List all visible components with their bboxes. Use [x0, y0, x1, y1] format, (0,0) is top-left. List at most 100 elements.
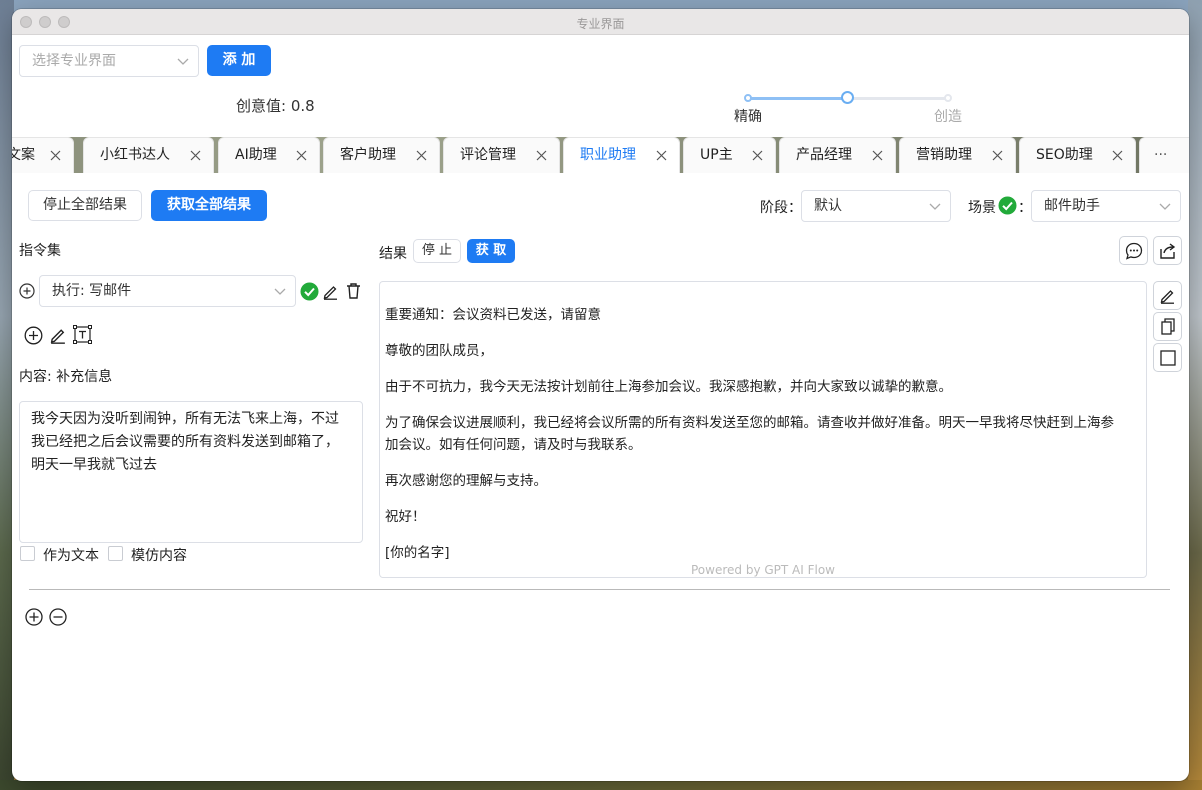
content-label: 内容: 补充信息 [19, 369, 113, 385]
remove-circle-icon[interactable] [49, 608, 67, 626]
add-circle-icon[interactable] [19, 283, 35, 299]
result-line: 尊敬的团队成员， [385, 343, 493, 359]
edit-result-button[interactable] [1153, 281, 1182, 310]
creativity-label: 创意值: 0.8 [236, 97, 315, 115]
tab-label: SEO助理 [1036, 147, 1093, 163]
result-line: 为了确保会议进展顺利，我已经将会议所需的所有资料发送至您的邮箱。请查收并做好准备… [385, 415, 1114, 431]
slider-min-dot [744, 94, 752, 102]
creativity-slider-handle[interactable] [841, 91, 854, 104]
result-line: 由于不可抗力，我今天无法按计划前往上海参加会议。我深感抱歉，并向大家致以诚挚的歉… [385, 379, 952, 395]
profession-select-placeholder: 选择专业界面 [32, 53, 116, 69]
close-icon[interactable] [296, 150, 307, 161]
close-icon[interactable] [656, 150, 667, 161]
as-text-label: 作为文本 [43, 548, 99, 564]
edit-icon [1160, 290, 1174, 304]
tab-bar: 文案 小红书达人 AI助理 客户助理 评论管理 职业助理 UP主 产品经理 营销… [12, 137, 1189, 173]
chevron-down-icon [1159, 203, 1171, 210]
tab-more-button[interactable]: ··· [1139, 137, 1189, 173]
instruction-set-title: 指令集 [19, 243, 61, 259]
scene-select[interactable]: 邮件助手 [1031, 190, 1181, 222]
close-icon[interactable] [190, 150, 201, 161]
copy-icon [1161, 318, 1175, 335]
close-icon[interactable] [416, 150, 427, 161]
stage-select-value: 默认 [814, 198, 842, 214]
copy-result-button[interactable] [1153, 312, 1182, 341]
edit-icon[interactable] [49, 326, 67, 344]
chevron-down-icon [274, 288, 286, 295]
tab-label: 客户助理 [340, 147, 396, 163]
as-text-checkbox[interactable] [20, 546, 35, 561]
close-icon[interactable] [1112, 150, 1123, 161]
tab-comment-management[interactable]: 评论管理 [443, 137, 560, 173]
tab-label: UP主 [700, 147, 733, 163]
close-icon[interactable] [872, 150, 883, 161]
section-divider [29, 589, 1170, 590]
tab-career-assistant[interactable]: 职业助理 [563, 137, 680, 173]
exec-select[interactable]: 执行: 写邮件 [39, 275, 296, 307]
add-button[interactable]: 添 加 [207, 45, 271, 76]
tab-ai-assistant[interactable]: AI助理 [218, 137, 320, 173]
tab-label: 评论管理 [460, 147, 516, 163]
share-icon [1160, 243, 1176, 259]
powered-by-text: Powered by GPT AI Flow [691, 563, 835, 577]
add-circle-icon[interactable] [25, 608, 43, 626]
app-window: 专业界面 选择专业界面 添 加 创意值: 0.8 精确 创造 文案 小红书达人 … [12, 9, 1189, 781]
stop-all-button[interactable]: 停止全部结果 [28, 190, 142, 221]
stage-select[interactable]: 默认 [801, 190, 951, 222]
share-button[interactable] [1153, 236, 1182, 265]
text-box-icon[interactable] [73, 325, 92, 344]
tab-seo-assistant[interactable]: SEO助理 [1019, 137, 1136, 173]
tab-xiaohongshu[interactable]: 小红书达人 [83, 137, 214, 173]
chat-button[interactable] [1119, 236, 1148, 265]
expand-result-button[interactable] [1153, 343, 1182, 372]
scene-select-value: 邮件助手 [1044, 198, 1100, 214]
chevron-down-icon [177, 58, 189, 65]
result-line: 祝好！ [385, 509, 426, 525]
trash-icon[interactable] [345, 282, 362, 300]
tab-up-host[interactable]: UP主 [683, 137, 776, 173]
result-output[interactable]: 重要通知：会议资料已发送，请留意 尊敬的团队成员， 由于不可抗力，我今天无法按计… [379, 281, 1147, 578]
close-icon[interactable] [536, 150, 547, 161]
stage-label: 阶段： [760, 200, 802, 216]
result-line: [你的名字] [385, 545, 450, 561]
result-line: 重要通知：会议资料已发送，请留意 [385, 307, 601, 323]
result-line: 加会议。如有任何问题，请及时与我联系。 [385, 437, 642, 453]
result-label: 结果 [379, 246, 407, 262]
result-get-button[interactable]: 获 取 [467, 239, 515, 263]
tab-label: 职业助理 [580, 147, 636, 163]
content-textarea[interactable]: 我今天因为没听到闹钟，所有无法飞来上海，不过我已经把之后会议需要的所有资料发送到… [19, 401, 363, 543]
scene-label: 场景 [968, 200, 996, 216]
creativity-slider-fill [747, 97, 848, 100]
tab-copywriting[interactable]: 文案 [12, 137, 74, 173]
chat-bubble-icon [1125, 242, 1143, 260]
scene-colon: ： [1018, 200, 1032, 216]
tab-label: AI助理 [235, 147, 277, 163]
tab-product-manager[interactable]: 产品经理 [779, 137, 896, 173]
window-title: 专业界面 [576, 17, 625, 31]
close-icon[interactable] [50, 150, 61, 161]
close-icon[interactable] [992, 150, 1003, 161]
tab-label: 文案 [12, 147, 35, 163]
chevron-down-icon [929, 203, 941, 210]
imitate-label: 模仿内容 [131, 548, 187, 564]
tab-customer-assistant[interactable]: 客户助理 [323, 137, 440, 173]
imitate-checkbox[interactable] [108, 546, 123, 561]
edit-icon[interactable] [322, 283, 339, 300]
get-all-button[interactable]: 获取全部结果 [151, 190, 267, 221]
tab-label: 小红书达人 [100, 147, 170, 163]
result-line: 再次感谢您的理解与支持。 [385, 473, 547, 489]
tab-label: 产品经理 [796, 147, 852, 163]
close-icon[interactable] [752, 150, 763, 161]
slider-max-dot [944, 94, 952, 102]
add-circle-icon[interactable] [24, 326, 43, 345]
check-circle-icon [998, 196, 1017, 215]
slider-right-label: 创造 [934, 109, 962, 125]
profession-select[interactable]: 选择专业界面 [19, 45, 199, 77]
tab-marketing-assistant[interactable]: 营销助理 [899, 137, 1016, 173]
slider-left-label: 精确 [734, 109, 762, 125]
check-circle-icon[interactable] [300, 282, 319, 301]
square-icon [1160, 350, 1176, 366]
result-stop-button[interactable]: 停 止 [413, 239, 461, 263]
title-bar: 专业界面 [12, 9, 1189, 35]
exec-select-value: 执行: 写邮件 [52, 283, 132, 299]
